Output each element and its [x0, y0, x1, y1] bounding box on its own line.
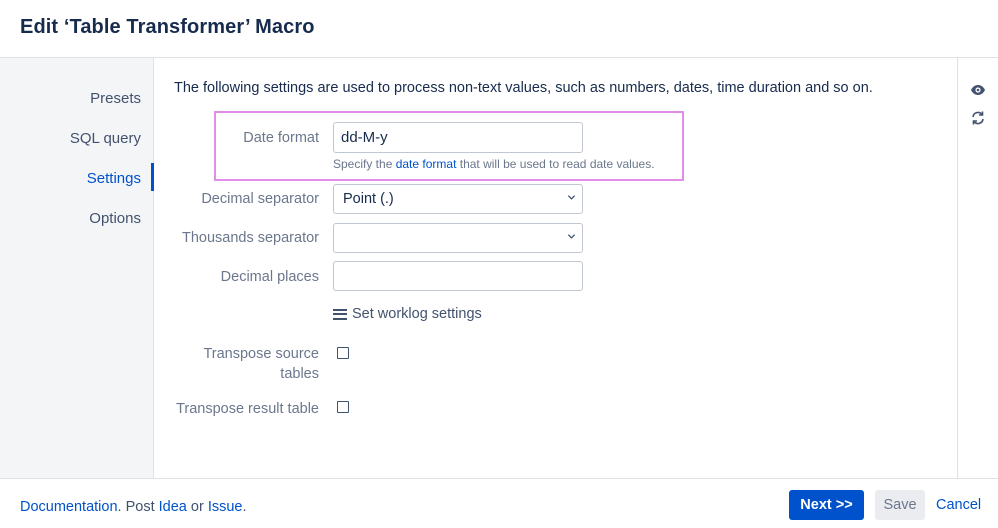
decimal-places-label: Decimal places [220, 269, 319, 285]
sidebar-nav: Presets SQL query Settings Options [0, 58, 154, 478]
cancel-button[interactable]: Cancel [936, 497, 981, 513]
sidebar-item-sql-query[interactable]: SQL query [70, 130, 141, 147]
refresh-icon[interactable] [970, 110, 986, 126]
sidebar-item-settings[interactable]: Settings [87, 170, 141, 187]
transpose-result-checkbox[interactable] [337, 401, 349, 413]
transpose-source-checkbox[interactable] [337, 347, 349, 359]
idea-link[interactable]: Idea [159, 499, 187, 515]
footer-links: Documentation. Post Idea or Issue. [20, 499, 247, 515]
decimal-separator-label: Decimal separator [201, 191, 319, 207]
dialog-footer: Documentation. Post Idea or Issue. Next … [0, 478, 998, 528]
menu-icon [333, 308, 347, 320]
chevron-down-icon [567, 195, 576, 200]
date-format-input[interactable] [333, 122, 583, 153]
footer-text-2: or [186, 499, 208, 515]
decimal-separator-value: Point (.) [343, 191, 394, 207]
date-format-help-suffix: that will be used to read date values. [456, 157, 655, 171]
documentation-link[interactable]: Documentation [20, 499, 118, 515]
dialog-title: Edit ‘Table Transformer’ Macro [20, 16, 315, 38]
right-toolbar [957, 58, 998, 478]
save-button[interactable]: Save [875, 490, 925, 520]
eye-icon[interactable] [970, 82, 986, 98]
transpose-source-label: Transpose source tables [149, 344, 319, 384]
dialog-header: Edit ‘Table Transformer’ Macro [0, 0, 998, 58]
transpose-source-label-line1: Transpose source [203, 346, 319, 362]
worklog-settings-link[interactable]: Set worklog settings [333, 306, 482, 322]
worklog-settings-label: Set worklog settings [352, 306, 482, 322]
issue-link[interactable]: Issue [208, 499, 243, 515]
date-format-help-prefix: Specify the [333, 157, 396, 171]
date-format-link[interactable]: date format [396, 157, 457, 171]
next-button[interactable]: Next >> [789, 490, 864, 520]
settings-intro: The following settings are used to proce… [174, 80, 873, 96]
active-nav-indicator [151, 163, 154, 191]
date-format-help: Specify the date format that will be use… [333, 157, 655, 171]
transpose-source-label-line2: tables [280, 366, 319, 382]
decimal-separator-select[interactable]: Point (.) [333, 184, 583, 214]
thousands-separator-label: Thousands separator [181, 230, 319, 246]
chevron-down-icon [567, 234, 576, 239]
footer-text-3: . [242, 499, 247, 515]
sidebar-item-presets[interactable]: Presets [90, 90, 141, 107]
decimal-places-input[interactable] [333, 261, 583, 291]
settings-panel: The following settings are used to proce… [155, 58, 957, 478]
date-format-label: Date format [243, 130, 319, 146]
sidebar-item-options[interactable]: Options [89, 210, 141, 227]
transpose-result-label: Transpose result table [176, 401, 319, 417]
thousands-separator-select[interactable] [333, 223, 583, 253]
footer-text-1: . Post [117, 499, 159, 515]
